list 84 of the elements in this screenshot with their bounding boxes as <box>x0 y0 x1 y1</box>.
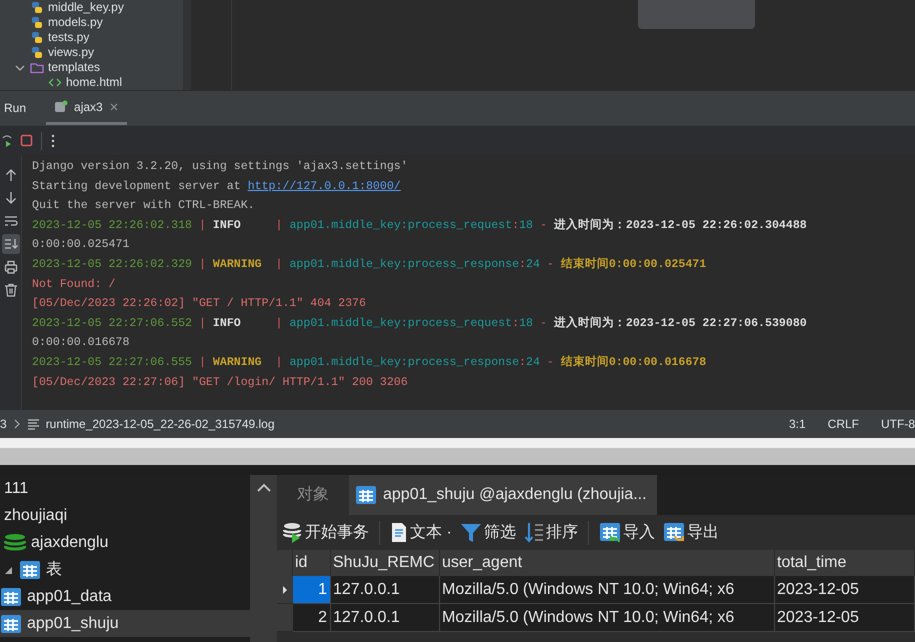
console-line: Not Found: / <box>32 276 116 293</box>
table-icon <box>0 586 22 606</box>
table-icon <box>0 614 22 634</box>
chevron-icon <box>12 419 21 429</box>
console-line: 0:00:00.025471 <box>32 237 130 254</box>
console-line: Django version 3.2.20, using settings 'ajax3.settings' <box>32 159 409 175</box>
console-line: Quit the server with CTRL-BREAK. <box>32 198 256 214</box>
panel-title: Run <box>3 100 28 117</box>
file-encoding[interactable]: UTF-8 <box>881 415 915 433</box>
table-icon <box>19 560 41 580</box>
file-name[interactable]: templates <box>48 60 100 75</box>
toolbar-button[interactable]: 开始事务 <box>281 520 371 544</box>
more-icon[interactable] <box>50 134 56 148</box>
rerun-icon[interactable] <box>0 134 12 148</box>
server-link[interactable]: http://127.0.0.1:8000/ <box>248 180 401 193</box>
expanded-triangle-icon[interactable] <box>4 564 14 574</box>
scroll-to-end-button[interactable] <box>2 234 20 254</box>
toolbar-button[interactable]: 文本 · <box>388 520 454 544</box>
close-icon <box>108 102 119 112</box>
tree-item-label[interactable]: 111 <box>4 476 28 500</box>
table-icon <box>355 485 377 505</box>
table-cell: Mozilla/5.0 (Windows NT 10.0; Win64; x6 <box>440 576 775 604</box>
toolbar-button[interactable]: 排序 <box>522 520 580 544</box>
toolbar-button[interactable]: 导出 <box>660 520 721 544</box>
file-name[interactable]: tests.py <box>48 30 90 45</box>
table-cell: 2023-12-05 <box>775 604 915 632</box>
table-import-icon <box>598 522 621 544</box>
file-name[interactable]: models.py <box>48 15 103 30</box>
console-line: [05/Dec/2023 22:26:02] "GET / HTTP/1.1" 404 2376 <box>32 296 367 312</box>
console-line: 0:00:00.016678 <box>32 335 130 352</box>
console-line: 2023-12-05 22:26:02.329 | WARNING | app01.middle_key:process_response:24 - 结束时间0:00:00.025471 <box>32 256 708 273</box>
database-icon <box>4 532 26 552</box>
column-header[interactable]: ShuJu_REMC <box>331 550 440 576</box>
trash-icon <box>4 283 18 297</box>
column-header[interactable]: total_time <box>775 550 915 576</box>
console-line: Starting development server at http://127.0.0.1:8000/ <box>32 178 402 195</box>
console-line: [05/Dec/2023 22:27:06] "GET /login/ HTTP/1.1" 200 3206 <box>32 374 409 391</box>
breadcrumb[interactable]: 3 <box>0 415 7 433</box>
text-file-icon <box>26 418 40 430</box>
down-arrow-icon <box>4 191 18 205</box>
selected-tree-item[interactable]: app01_shuju <box>0 610 250 637</box>
tree-item-label[interactable]: app01_data <box>27 584 112 608</box>
soft-wrap-icon <box>4 214 18 228</box>
breadcrumb[interactable]: runtime_2023-12-05_22-26-02_315749.log <box>46 415 275 433</box>
console-line: 2023-12-05 22:27:06.555 | WARNING | app01.middle_key:process_response:24 - 结束时间0:00:00.016678 <box>32 354 708 371</box>
table-cell: 127.0.0.1 <box>331 576 440 604</box>
cursor-position[interactable]: 3:1 <box>788 415 806 433</box>
python-file-icon <box>30 46 44 59</box>
filter-icon <box>460 522 482 544</box>
table-cell: 2 <box>293 604 331 632</box>
tree-item-label[interactable]: zhoujiaqi <box>4 504 68 528</box>
table-cell: 1 <box>293 576 331 604</box>
scroll-up-icon <box>256 483 272 493</box>
console-line: 2023-12-05 22:27:06.552 | INFO | app01.middle_key:process_request:18 - 进入时间为：2023-12-05 22:27:06.539080 <box>32 315 807 332</box>
table-cell: Mozilla/5.0 (Windows NT 10.0; Win64; x6 <box>440 604 775 632</box>
folder-icon <box>30 61 44 74</box>
file-name[interactable]: middle_key.py <box>48 0 124 15</box>
row-pointer-icon <box>282 584 288 594</box>
stop-icon[interactable] <box>20 134 33 147</box>
printer-icon <box>4 260 18 274</box>
table-export-icon <box>662 522 685 544</box>
file-name[interactable]: views.py <box>48 45 94 60</box>
line-ending[interactable]: CRLF <box>828 415 859 433</box>
tree-item-label[interactable]: 表 <box>46 558 62 582</box>
html-file-icon <box>48 76 62 89</box>
file-name[interactable]: home.html <box>66 75 122 90</box>
sort-icon <box>524 522 544 543</box>
document-icon <box>390 522 408 543</box>
toolbar-button[interactable]: 导入 <box>596 520 657 544</box>
console-line: 2023-12-05 22:26:02.318 | INFO | app01.middle_key:process_request:18 - 进入时间为：2023-12-05 22:26:02.304488 <box>32 217 807 234</box>
tree-item-label[interactable]: ajaxdenglu <box>31 530 108 554</box>
python-file-icon <box>30 1 44 14</box>
python-file-icon <box>30 31 44 44</box>
object-tab[interactable]: app01_shuju @ajaxdenglu (zhoujia... <box>349 475 657 515</box>
run-config-icon <box>54 100 68 114</box>
database-play-icon <box>283 522 303 544</box>
toolbar-button[interactable]: 筛选 <box>458 520 518 544</box>
python-file-icon <box>30 16 44 29</box>
column-header[interactable]: id <box>293 550 331 576</box>
column-header[interactable]: user_agent <box>440 550 775 576</box>
table-cell: 127.0.0.1 <box>331 604 440 632</box>
table-cell: 2023-12-05 <box>775 576 915 604</box>
scroll-to-end-icon <box>4 237 18 251</box>
up-arrow-icon <box>4 168 18 182</box>
